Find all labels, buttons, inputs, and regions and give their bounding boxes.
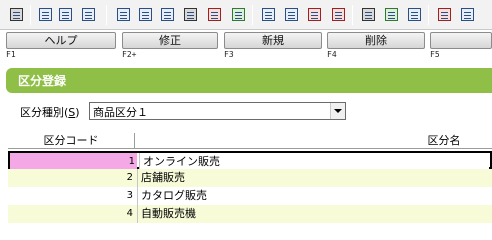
f1-help-button[interactable]: ヘルプ F1 bbox=[6, 32, 116, 61]
yen-red-icon[interactable] bbox=[306, 6, 323, 23]
row-code[interactable]: 2 bbox=[8, 169, 135, 187]
save-as-icon[interactable] bbox=[57, 6, 74, 23]
toolbar-separator bbox=[428, 5, 429, 25]
toolbar bbox=[0, 0, 492, 30]
section-title: 区分登録 bbox=[18, 74, 67, 88]
type-label-suffix: ) bbox=[75, 106, 80, 119]
report-alt-icon[interactable] bbox=[459, 6, 476, 23]
type-select-value: 商品区分１ bbox=[93, 106, 148, 119]
section-header: 区分登録 bbox=[6, 68, 492, 93]
table-row[interactable]: 1 オンライン販売 bbox=[8, 151, 492, 171]
print-icon[interactable] bbox=[182, 6, 199, 23]
close-doc-icon[interactable] bbox=[80, 6, 97, 23]
yen-icon[interactable] bbox=[230, 6, 247, 23]
row-name[interactable]: 店舗販売 bbox=[137, 169, 487, 187]
row-name[interactable]: 自動販売機 bbox=[137, 205, 487, 223]
f3-keycap: F3 bbox=[224, 50, 234, 59]
f2-label: 修正 bbox=[122, 32, 218, 49]
window-icon[interactable] bbox=[283, 6, 300, 23]
calculator-icon[interactable] bbox=[206, 6, 223, 23]
toolbar-separator bbox=[352, 5, 353, 25]
grid-view-icon[interactable] bbox=[8, 6, 25, 23]
f5-button[interactable]: F5 bbox=[430, 32, 492, 61]
form-icon[interactable] bbox=[137, 6, 154, 23]
column-header-code[interactable]: 区分コード bbox=[8, 133, 135, 149]
table-row[interactable]: 2 店舗販売 bbox=[8, 169, 492, 187]
chevron-down-icon[interactable] bbox=[330, 103, 345, 119]
row-code[interactable]: 4 bbox=[8, 205, 135, 223]
f1-label: ヘルプ bbox=[6, 32, 116, 49]
report-icon[interactable] bbox=[436, 6, 453, 23]
home-icon[interactable] bbox=[360, 6, 377, 23]
table-icon[interactable] bbox=[406, 6, 423, 23]
type-selector-label: 区分種別(S) bbox=[20, 104, 80, 120]
f3-label: 新規 bbox=[224, 32, 322, 49]
table-row[interactable]: 3 カタログ販売 bbox=[8, 187, 492, 205]
toolbar-separator bbox=[106, 5, 107, 25]
f4-delete-button[interactable]: 削除 F4 bbox=[327, 32, 425, 61]
f3-new-button[interactable]: 新規 F3 bbox=[224, 32, 322, 61]
toolbar-separator bbox=[30, 5, 31, 25]
f4-keycap: F4 bbox=[327, 50, 337, 59]
function-key-bar: ヘルプ F1 修正 F2+ 新規 F3 削除 F4 F5 bbox=[6, 31, 492, 61]
f2-keycap: F2+ bbox=[122, 50, 137, 59]
save-icon[interactable] bbox=[37, 6, 54, 23]
column-header-name[interactable]: 区分名 bbox=[136, 133, 492, 149]
f5-keycap: F5 bbox=[430, 50, 440, 59]
f4-label: 削除 bbox=[327, 32, 425, 49]
settings-icon[interactable] bbox=[383, 6, 400, 23]
form-alt-icon[interactable] bbox=[159, 6, 176, 23]
type-select[interactable]: 商品区分１ bbox=[89, 102, 346, 120]
row-code[interactable]: 3 bbox=[8, 187, 135, 205]
yen-circle-icon[interactable] bbox=[330, 6, 347, 23]
copy-doc-icon[interactable] bbox=[115, 6, 132, 23]
table-row[interactable]: 4 自動販売機 bbox=[8, 205, 492, 223]
type-label-prefix: 区分種別( bbox=[20, 106, 69, 119]
category-grid: 区分コード 区分名 1 オンライン販売 2 店舗販売 3 カタログ販売 4 自動… bbox=[8, 133, 492, 233]
grid-header: 区分コード 区分名 bbox=[8, 133, 492, 149]
list-icon[interactable] bbox=[260, 6, 277, 23]
toolbar-separator bbox=[252, 5, 253, 25]
row-name[interactable]: カタログ販売 bbox=[137, 187, 487, 205]
f1-keycap: F1 bbox=[6, 50, 16, 59]
f5-label bbox=[430, 32, 492, 49]
f2-edit-button[interactable]: 修正 F2+ bbox=[122, 32, 218, 61]
